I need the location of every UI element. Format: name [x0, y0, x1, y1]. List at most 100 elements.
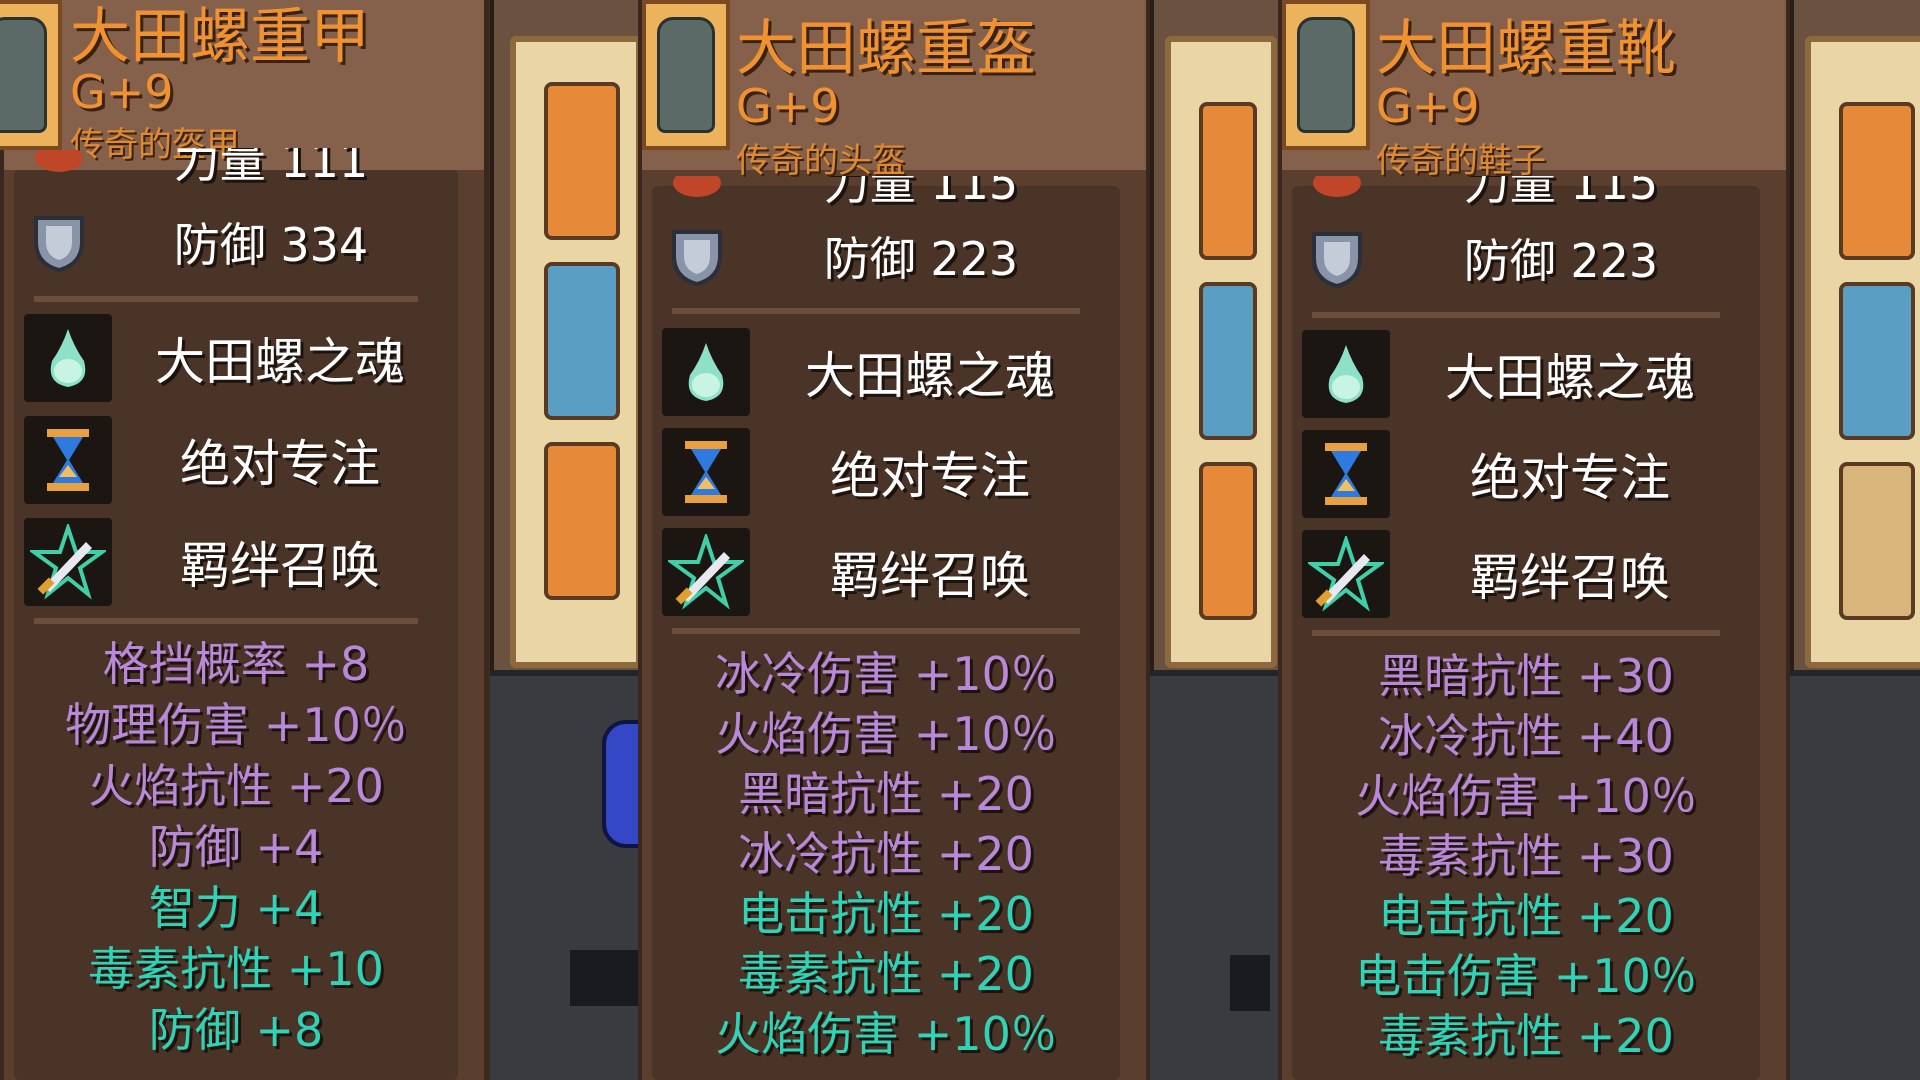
- sword-star-icon: [662, 528, 750, 616]
- hourglass-icon: [662, 428, 750, 516]
- background-slot: [1839, 462, 1915, 620]
- affix-line: 智力 +4: [148, 881, 324, 935]
- skill-name: 羁绊召唤: [1470, 549, 1670, 607]
- skill-row: 大田螺之魂: [1302, 328, 1750, 420]
- affix-line: 电击抗性 +20: [1378, 889, 1674, 943]
- skill-row: 大田螺之魂: [662, 326, 1110, 418]
- background-slot: [1839, 102, 1915, 260]
- background-slot: [1839, 282, 1915, 440]
- skill-name: 羁绊召唤: [180, 537, 380, 595]
- armor-icon: [0, 17, 47, 133]
- divider: [34, 296, 418, 302]
- item-portrait: [1282, 0, 1370, 150]
- shield-icon: [1302, 223, 1372, 293]
- soul-orb-icon: [662, 328, 750, 416]
- hourglass-icon: [24, 416, 112, 504]
- shield-icon: [24, 207, 94, 277]
- item-portrait: [642, 0, 730, 150]
- skill-name: 绝对专注: [180, 435, 380, 493]
- skill-name: 大田螺之魂: [805, 347, 1055, 405]
- skill-name: 绝对专注: [830, 447, 1030, 505]
- background-slot: [544, 262, 620, 420]
- divider: [34, 618, 418, 624]
- stats-panel: 力量 111 防御 334 大田螺之魂 绝对专注 羁绊召唤 格挡概率 +8 物理…: [14, 148, 458, 1080]
- skill-name: 大田螺之魂: [155, 333, 405, 391]
- strength-stat: 力量 111: [173, 148, 369, 188]
- divider: [672, 628, 1080, 634]
- background-slot-column-1: [510, 36, 642, 668]
- affix-line: 毒素抗性 +20: [738, 947, 1034, 1001]
- item-name: 大田螺重盔: [736, 14, 1036, 84]
- item-portrait: [0, 0, 62, 150]
- background-slot-column-3: [1805, 36, 1920, 668]
- skill-row: 绝对专注: [1302, 428, 1750, 520]
- affix-line: 电击抗性 +20: [738, 887, 1034, 941]
- affix-line: 火焰伤害 +10％: [715, 1007, 1057, 1061]
- item-tooltip-boots: 大田螺重靴 G+9 传奇的鞋子 力量 115 防御 223 大田螺之魂 绝对专注…: [1278, 0, 1790, 1080]
- affix-line: 火焰伤害 +10％: [715, 707, 1057, 761]
- soul-orb-icon: [24, 314, 112, 402]
- affix-line: 物理伤害 +10％: [65, 698, 407, 752]
- strength-stat-row: 力量 111: [24, 148, 448, 192]
- background-slot: [1199, 102, 1257, 260]
- item-level: G+9: [70, 65, 174, 119]
- affix-line: 防御 +8: [148, 1003, 324, 1057]
- affix-line: 毒素抗性 +10: [88, 942, 384, 996]
- divider: [1312, 312, 1720, 318]
- affix-line: 毒素抗性 +20: [1378, 1009, 1674, 1063]
- strength-stat: 力量 115: [823, 176, 1019, 210]
- shield-icon: [662, 221, 732, 291]
- defense-stat-row: 防御 223: [1302, 226, 1750, 290]
- sword-star-icon: [1302, 530, 1390, 618]
- defense-stat: 防御 223: [1463, 234, 1659, 288]
- background-slot: [544, 82, 620, 240]
- skill-row: 羁绊召唤: [1302, 528, 1750, 620]
- skill-row: 绝对专注: [24, 414, 448, 506]
- background-bottom-bar-2: [1150, 670, 1280, 1080]
- item-level: G+9: [1376, 79, 1480, 133]
- affix-line: 冰冷伤害 +10％: [715, 647, 1057, 701]
- skill-name: 绝对专注: [1470, 449, 1670, 507]
- hourglass-icon: [1302, 430, 1390, 518]
- fist-icon: [24, 148, 94, 192]
- affix-line: 格挡概率 +8: [102, 637, 370, 691]
- strength-stat-row: 力量 115: [1302, 176, 1750, 210]
- skill-name: 大田螺之魂: [1445, 349, 1695, 407]
- divider: [1312, 630, 1720, 636]
- item-tooltip-armor: 大田螺重甲 G+9 传奇的盔甲 力量 111 防御 334 大田螺之魂 绝对专注…: [0, 0, 488, 1080]
- affix-line: 火焰伤害 +10％: [1355, 769, 1697, 823]
- item-name: 大田螺重甲: [70, 2, 370, 72]
- skill-row: 羁绊召唤: [24, 516, 448, 608]
- background-slot: [544, 442, 620, 600]
- affix-line: 冰冷抗性 +20: [738, 827, 1034, 881]
- defense-stat: 防御 334: [173, 218, 369, 272]
- affix-line: 火焰抗性 +20: [88, 759, 384, 813]
- sword-star-icon: [24, 518, 112, 606]
- background-bottom-bar-3: [1790, 670, 1920, 1080]
- affix-line: 黑暗抗性 +20: [738, 767, 1034, 821]
- fist-icon: [662, 176, 732, 210]
- item-tooltip-helmet: 大田螺重盔 G+9 传奇的头盔 力量 115 防御 223 大田螺之魂 绝对专注…: [638, 0, 1150, 1080]
- background-slot: [1199, 282, 1257, 440]
- affix-line: 冰冷抗性 +40: [1378, 709, 1674, 763]
- background-dark-block: [1230, 955, 1270, 1011]
- defense-stat-row: 防御 223: [662, 224, 1110, 288]
- stats-panel: 力量 115 防御 223 大田螺之魂 绝对专注 羁绊召唤 冰冷伤害 +10％ …: [652, 176, 1120, 1080]
- stats-panel: 力量 115 防御 223 大田螺之魂 绝对专注 羁绊召唤 黑暗抗性 +30 冰…: [1292, 176, 1760, 1080]
- item-level: G+9: [736, 79, 840, 133]
- soul-orb-icon: [1302, 330, 1390, 418]
- skill-row: 大田螺之魂: [24, 312, 448, 404]
- divider: [672, 308, 1080, 314]
- affix-line: 防御 +4: [148, 820, 324, 874]
- affix-line: 电击伤害 +10％: [1355, 949, 1697, 1003]
- skill-name: 羁绊召唤: [830, 547, 1030, 605]
- skill-row: 绝对专注: [662, 426, 1110, 518]
- defense-stat-row: 防御 334: [24, 210, 448, 274]
- background-dark-block: [570, 950, 640, 1006]
- skill-row: 羁绊召唤: [662, 526, 1110, 618]
- item-name: 大田螺重靴: [1376, 14, 1676, 84]
- strength-stat-row: 力量 115: [662, 176, 1110, 210]
- affix-line: 黑暗抗性 +30: [1378, 649, 1674, 703]
- boots-icon: [1297, 17, 1355, 133]
- background-slot-column-2: [1165, 36, 1277, 668]
